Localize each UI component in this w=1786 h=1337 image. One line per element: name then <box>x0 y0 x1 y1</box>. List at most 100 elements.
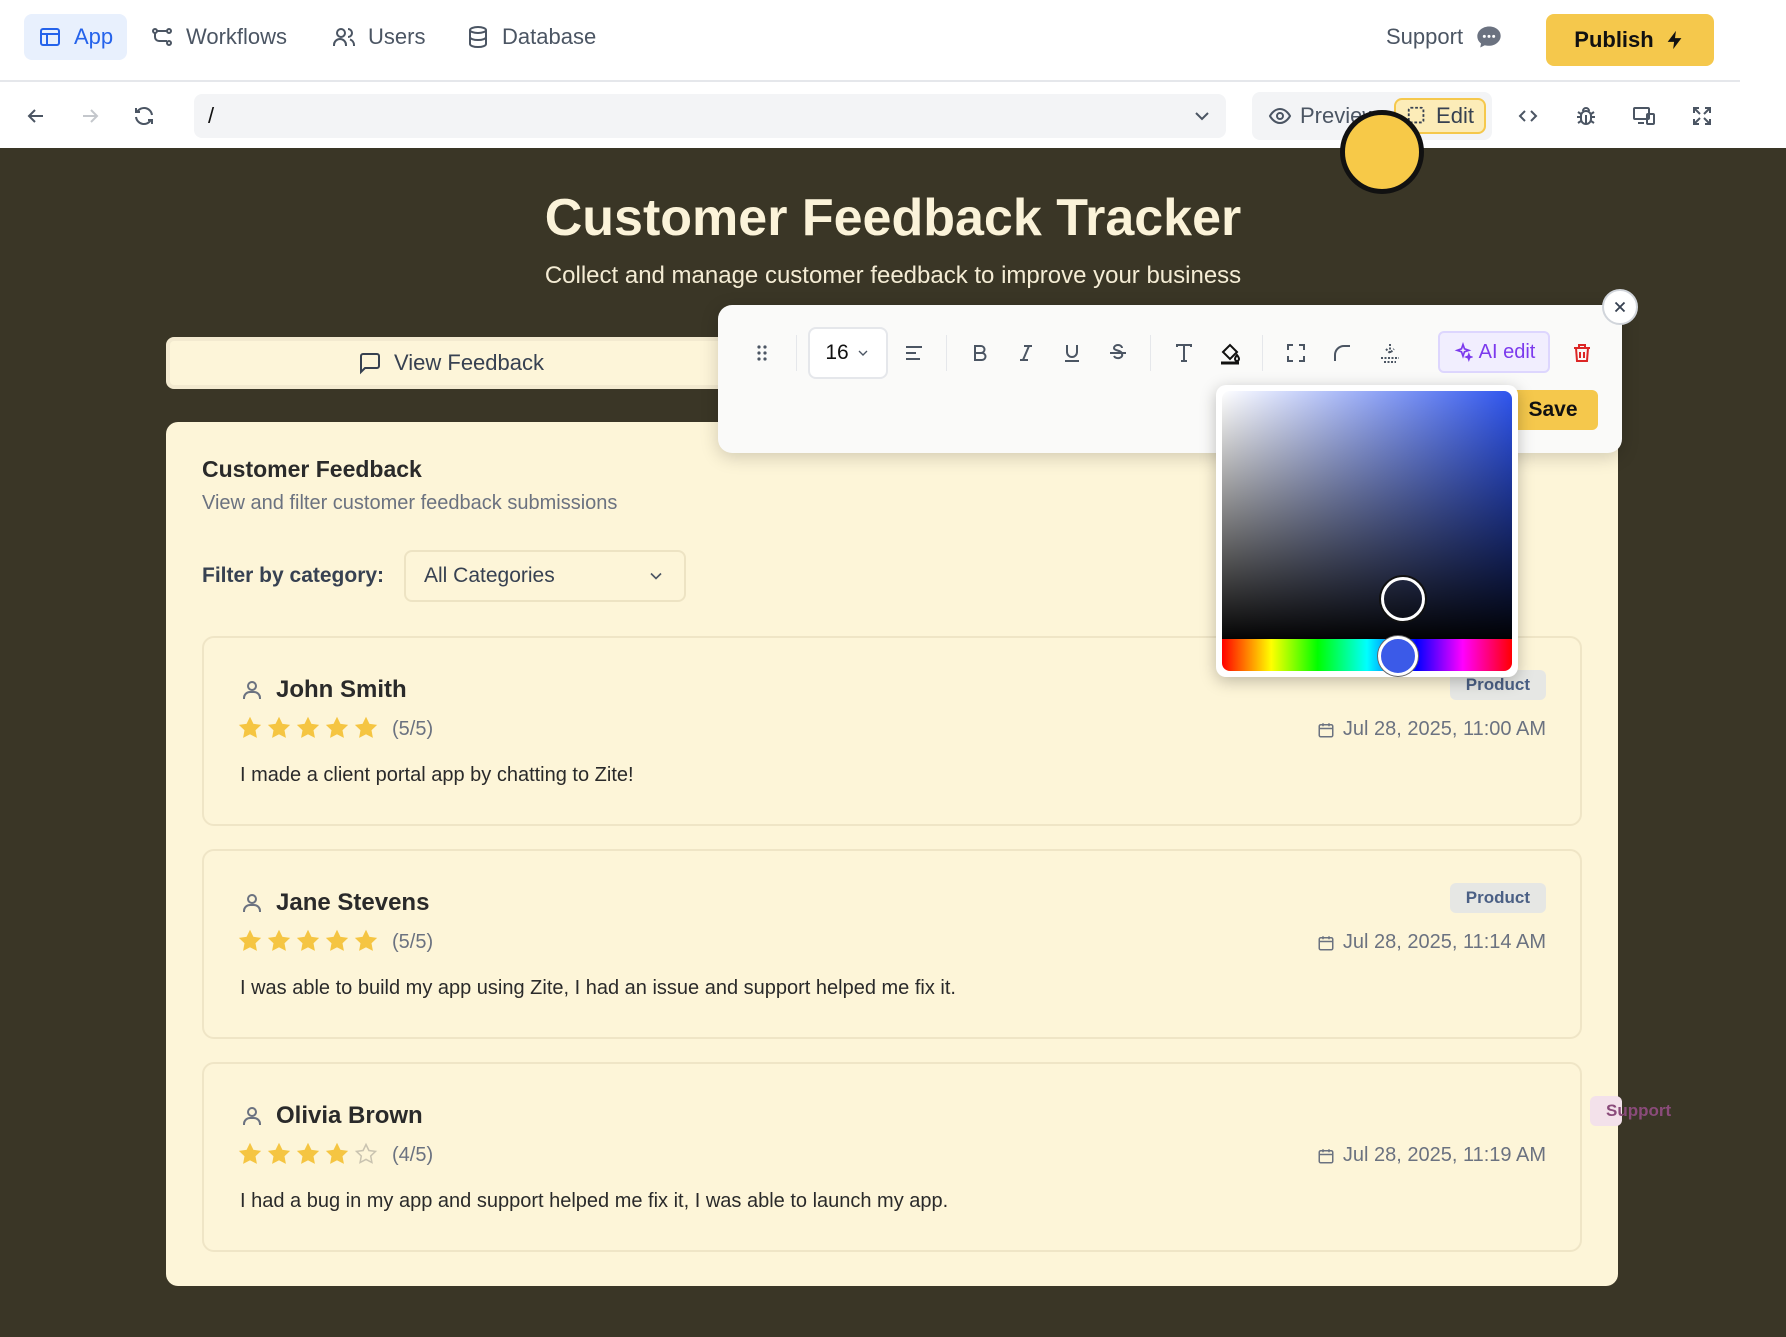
category-filter-select[interactable]: All Categories <box>404 550 686 602</box>
page-title: Customer Feedback Tracker <box>544 189 1242 247</box>
star-filled-icon <box>238 929 262 951</box>
refresh-button[interactable] <box>124 96 164 136</box>
lightning-icon <box>1667 30 1682 50</box>
chat-bubble-icon <box>1477 26 1501 48</box>
divider <box>946 335 947 371</box>
database-icon <box>469 26 487 49</box>
divider <box>1262 335 1263 371</box>
feedback-date: Jul 28, 2025, 11:00 AM <box>1317 718 1546 741</box>
star-filled-icon <box>296 929 320 951</box>
calendar-icon <box>1318 722 1334 737</box>
fill-color-button[interactable] <box>1212 335 1248 371</box>
code-icon <box>1518 110 1538 122</box>
border-radius-button[interactable] <box>1324 335 1360 371</box>
star-filled-icon <box>296 716 320 738</box>
top-navigation: App Workflows Users Database Support Pub… <box>0 0 1740 82</box>
tab-users[interactable]: Users <box>318 14 439 60</box>
ai-edit-button[interactable]: AI edit <box>1438 331 1550 373</box>
back-button[interactable] <box>16 96 56 136</box>
star-filled-icon <box>354 929 378 951</box>
tab-workflows[interactable]: Workflows <box>136 14 301 60</box>
star-filled-icon <box>296 1142 320 1164</box>
padding-button[interactable] <box>1278 335 1314 371</box>
code-view-button[interactable] <box>1508 96 1548 136</box>
star-filled-icon <box>267 929 291 951</box>
font-size-select[interactable]: 16 <box>808 327 888 379</box>
chevron-down-icon <box>650 572 662 580</box>
url-value: / <box>208 103 215 128</box>
drag-handle[interactable] <box>744 335 780 371</box>
text-style-button[interactable] <box>1166 335 1202 371</box>
feedback-message: I had a bug in my app and support helped… <box>240 1190 949 1212</box>
font-size-value: 16 <box>825 341 849 364</box>
strikethrough-button[interactable] <box>1100 335 1136 371</box>
date-text: Jul 28, 2025, 11:19 AM <box>1342 1144 1546 1166</box>
star-filled-icon <box>238 716 262 738</box>
tab-app-label: App <box>74 24 114 49</box>
card-description: View and filter customer feedback submis… <box>202 492 618 514</box>
saturation-area[interactable] <box>1222 391 1512 643</box>
hue-handle[interactable] <box>1378 636 1418 676</box>
star-filled-icon <box>325 716 349 738</box>
divider <box>796 335 797 371</box>
eye-icon <box>1268 107 1292 125</box>
tab-users-label: Users <box>368 24 426 49</box>
hue-slider[interactable] <box>1222 639 1512 671</box>
message-square-icon <box>359 353 380 375</box>
feedback-date: Jul 28, 2025, 11:14 AM <box>1317 931 1546 954</box>
shadow-button[interactable] <box>1372 335 1408 371</box>
feedback-message: I made a client portal app by chatting t… <box>240 764 634 786</box>
italic-button[interactable] <box>1008 335 1044 371</box>
star-rating <box>238 929 378 953</box>
feedback-date: Jul 28, 2025, 11:19 AM <box>1317 1144 1546 1167</box>
forward-button[interactable] <box>70 96 110 136</box>
arrow-left-icon <box>27 109 43 123</box>
chevron-down-icon <box>858 350 868 356</box>
underline-icon <box>1065 345 1079 362</box>
calendar-icon <box>1318 1148 1334 1163</box>
shadow-icon <box>1381 344 1399 363</box>
bold-icon <box>974 345 987 361</box>
customer-name: John Smith <box>276 676 407 703</box>
ai-edit-label: AI edit <box>1478 340 1536 363</box>
expand-icon <box>1693 107 1711 125</box>
support-label: Support <box>1386 24 1464 49</box>
star-filled-icon <box>325 1142 349 1164</box>
customer-name: Olivia Brown <box>276 1102 423 1129</box>
user-icon <box>243 894 261 912</box>
delete-button[interactable] <box>1564 335 1600 371</box>
devices-icon <box>1633 107 1655 125</box>
publish-label: Publish <box>1574 27 1654 52</box>
view-feedback-button[interactable]: View Feedback <box>166 337 736 389</box>
divider <box>1150 335 1151 371</box>
save-button[interactable]: Save <box>1508 390 1598 430</box>
close-toolbar-button[interactable] <box>1602 289 1638 325</box>
align-button[interactable] <box>896 335 932 371</box>
strikethrough-icon <box>1110 344 1126 360</box>
underline-button[interactable] <box>1054 335 1090 371</box>
trash-icon <box>1574 344 1590 362</box>
tab-database[interactable]: Database <box>452 14 610 60</box>
card-title: Customer Feedback <box>202 456 422 482</box>
responsive-view-button[interactable] <box>1624 96 1664 136</box>
bug-icon <box>1577 107 1595 125</box>
users-icon <box>333 28 355 46</box>
url-input[interactable]: / <box>194 94 1226 138</box>
fullscreen-button[interactable] <box>1682 96 1722 136</box>
debug-button[interactable] <box>1566 96 1606 136</box>
page-subtitle: Collect and manage customer feedback to … <box>544 262 1242 289</box>
publish-button[interactable]: Publish <box>1546 14 1714 66</box>
support-link[interactable]: Support <box>1386 14 1503 60</box>
star-filled-icon <box>267 716 291 738</box>
category-badge: Product <box>1449 883 1546 913</box>
star-filled-icon <box>354 716 378 738</box>
star-rating <box>238 716 378 740</box>
cursor-indicator <box>1340 110 1424 194</box>
color-picker <box>1216 385 1518 677</box>
italic-icon <box>1020 345 1032 361</box>
saturation-handle[interactable] <box>1381 577 1425 621</box>
edit-label: Edit <box>1436 103 1474 128</box>
bold-button[interactable] <box>962 335 998 371</box>
tab-database-label: Database <box>502 24 597 49</box>
tab-app[interactable]: App <box>24 14 128 60</box>
